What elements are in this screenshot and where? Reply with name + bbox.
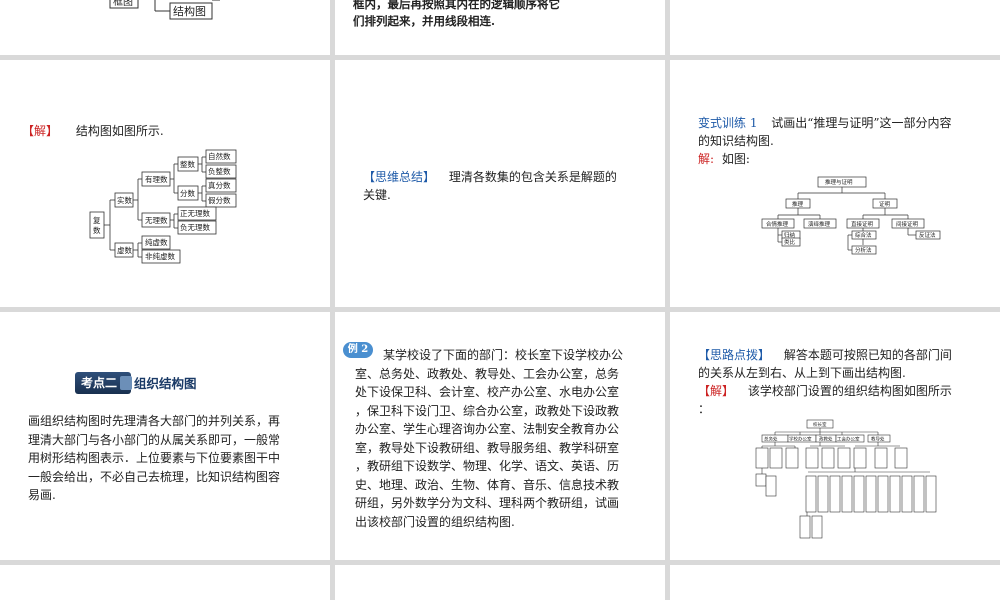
node-real: 实数 — [117, 195, 132, 205]
example-line: 出该校部门设置的组织结构图. — [355, 514, 515, 529]
example-line: ，教研组下设数学、物理、化学、语文、英语、历 — [355, 459, 620, 473]
number-structure-tree: 复 数 实数 虚数 有理数 无理数 整数 分数 自然数 负整数 真分数 假分数 … — [89, 149, 237, 264]
summary-tag: 【思维总结】 — [363, 170, 436, 184]
rp-proof: 证明 — [879, 201, 891, 208]
reasoning-proof-tree: 推理与证明 推理 证明 合情推理 演绎推理 直接证明 间接证明 归纳 类比 综合… — [761, 176, 941, 255]
instruction-line-2: 们排列起来，并用线段相连. — [353, 14, 496, 28]
rp-induction: 归纳 — [784, 231, 796, 239]
node-pos-irr: 正无理数 — [180, 208, 210, 218]
node-nonpure-imag: 非纯虚数 — [145, 251, 175, 261]
tile-top-middle[interactable]: 框内，最后再按照其内在的逻辑顺序将它 们排列起来，并用线段相连. — [335, 0, 665, 55]
example-line: 室，教导处下设教研组、教导服务组、教学科研室 — [355, 440, 620, 455]
org-level1: 工会办公室 — [837, 436, 860, 443]
tile-bottom-right[interactable] — [670, 565, 1000, 600]
node-integer: 整数 — [180, 159, 195, 169]
node-pos-frac: 真分数 — [208, 180, 231, 190]
org-level1: 学校办公室 — [789, 436, 812, 443]
tile-summary[interactable]: 【思维总结】 理清各数集的包含关系是解题的 关键. — [335, 60, 665, 307]
node-neg-irr: 负无理数 — [180, 222, 210, 232]
summary-line-2: 关键. — [363, 188, 391, 202]
partial-node-right: 结构图 — [173, 4, 206, 18]
slide-grid: 框图 结构图 框内，最后再按照其内在的逻辑顺序将它 们排列起来，并用线段相连. … — [0, 0, 1000, 600]
example-line: 处下设保卫科、会计室、校产办公室、水电办公室 — [355, 385, 620, 399]
rp-reasoning: 推理 — [792, 200, 804, 208]
hint-text-2: 的关系从左到右、从上到下画出结构图. — [698, 366, 906, 380]
summary-text: 理清各数集的包含关系是解题的 — [448, 170, 617, 184]
summary-line-1: 【思维总结】 理清各数集的包含关系是解题的 — [363, 168, 617, 187]
rp-plausible: 合情推理 — [766, 220, 789, 228]
tile-bottom-middle[interactable] — [335, 565, 665, 600]
section-para-line: 一般会给出，不必自己去梳理，比知识结构图容 — [28, 469, 281, 484]
org-level1: 总务处 — [764, 436, 778, 443]
example-line: 某学校设了下面的部门：校长室下设学校办公 — [383, 348, 624, 362]
node-imag: 虚数 — [117, 245, 132, 255]
rp-indirect: 间接证明 — [896, 220, 919, 228]
node-false-frac: 假分数 — [208, 195, 231, 205]
hint-answer: 【解】 该学校部门设置的组织结构图如图所示 — [698, 382, 952, 401]
rp-deductive: 演绎推理 — [808, 220, 831, 228]
node-complex-b: 数 — [93, 225, 101, 235]
rp-contradiction: 反证法 — [919, 231, 936, 239]
node-irrational: 无理数 — [145, 215, 168, 225]
tile-top-right[interactable] — [670, 0, 1000, 55]
node-fraction: 分数 — [180, 188, 195, 198]
org-structure-chart: 校长室 总务处 学校办公室 政教处 工会办公室 教导处 — [755, 419, 937, 539]
hint-text-1: 解答本题可按照已知的各部门间 — [783, 348, 952, 362]
node-pure-imag: 纯虚数 — [145, 237, 168, 247]
node-neg-int: 负整数 — [208, 166, 231, 176]
example-line: ，保卫科下设门卫、综合办公室，政教处下设政教 — [355, 403, 620, 418]
example-line: 史、地理、政治、生物、体育、音乐、信息技术教 — [355, 477, 620, 492]
section-para-line: 用树形结构图表示．上位要素与下位要素图干中 — [28, 451, 281, 465]
rp-synthesis: 综合法 — [855, 231, 872, 239]
example-paragraph: 某学校设了下面的部门：校长室下设学校办公 室、总务处、政教处、教导处、工会办公室… — [355, 346, 623, 531]
hint-answer-text: 该学校部门设置的组织结构图如图所示 — [747, 384, 952, 398]
example-line: 办公室、学生心理咨询办公室、法制安全教育办公 — [355, 422, 620, 436]
rp-analysis: 分析法 — [855, 246, 872, 254]
tile-top-left[interactable]: 框图 结构图 — [0, 0, 330, 55]
example-line: 研组，另外数学分为文科、理科两个教研组，试画 — [355, 496, 620, 510]
section-para-line: 易画. — [28, 488, 56, 502]
hint-tag: 【思路点拨】 — [698, 348, 771, 362]
org-level1: 政教处 — [819, 436, 833, 443]
node-natural: 自然数 — [208, 151, 231, 161]
org-root: 校长室 — [813, 421, 827, 428]
node-complex-a: 复 — [93, 215, 101, 225]
tile-solution-1[interactable]: 【解】 结构图如图所示. 复 数 实数 虚数 有理数 无理数 整数 分数 自然数… — [0, 60, 330, 307]
rp-analogy: 类比 — [784, 238, 796, 246]
rp-root: 推理与证明 — [825, 178, 853, 186]
example-line: 室、总务处、政教处、教导处、工会办公室，总务 — [355, 366, 620, 381]
section-paragraph: 画组织结构图时先理清各大部门的并列关系，再 理清大部门与各小部门的从属关系即可，… — [28, 412, 280, 505]
partial-structure-diagram: 框图 结构图 — [109, 0, 220, 20]
section-para-line: 理清大部门与各小部门的从属关系即可，一般常 — [28, 432, 281, 447]
node-rational: 有理数 — [145, 174, 168, 184]
partial-node-left: 框图 — [113, 0, 133, 8]
section-title: 组织结构图 — [134, 376, 197, 391]
tile-bottom-left[interactable] — [0, 565, 330, 600]
badge-arrow-icon — [120, 376, 132, 390]
hint-answer-tag: 【解】 — [698, 384, 735, 398]
rp-direct: 直接证明 — [851, 220, 874, 228]
org-level1: 教导处 — [871, 436, 885, 443]
hint-line-1: 【思路点拨】 解答本题可按照已知的各部门间 — [698, 346, 952, 365]
tile-variant[interactable]: 变式训练 1 试画出“推理与证明”这一部分内容 的知识结构图. 解: 如图: 推… — [670, 60, 1000, 307]
section-para-line: 画组织结构图时先理清各大部门的并列关系，再 — [28, 414, 281, 428]
